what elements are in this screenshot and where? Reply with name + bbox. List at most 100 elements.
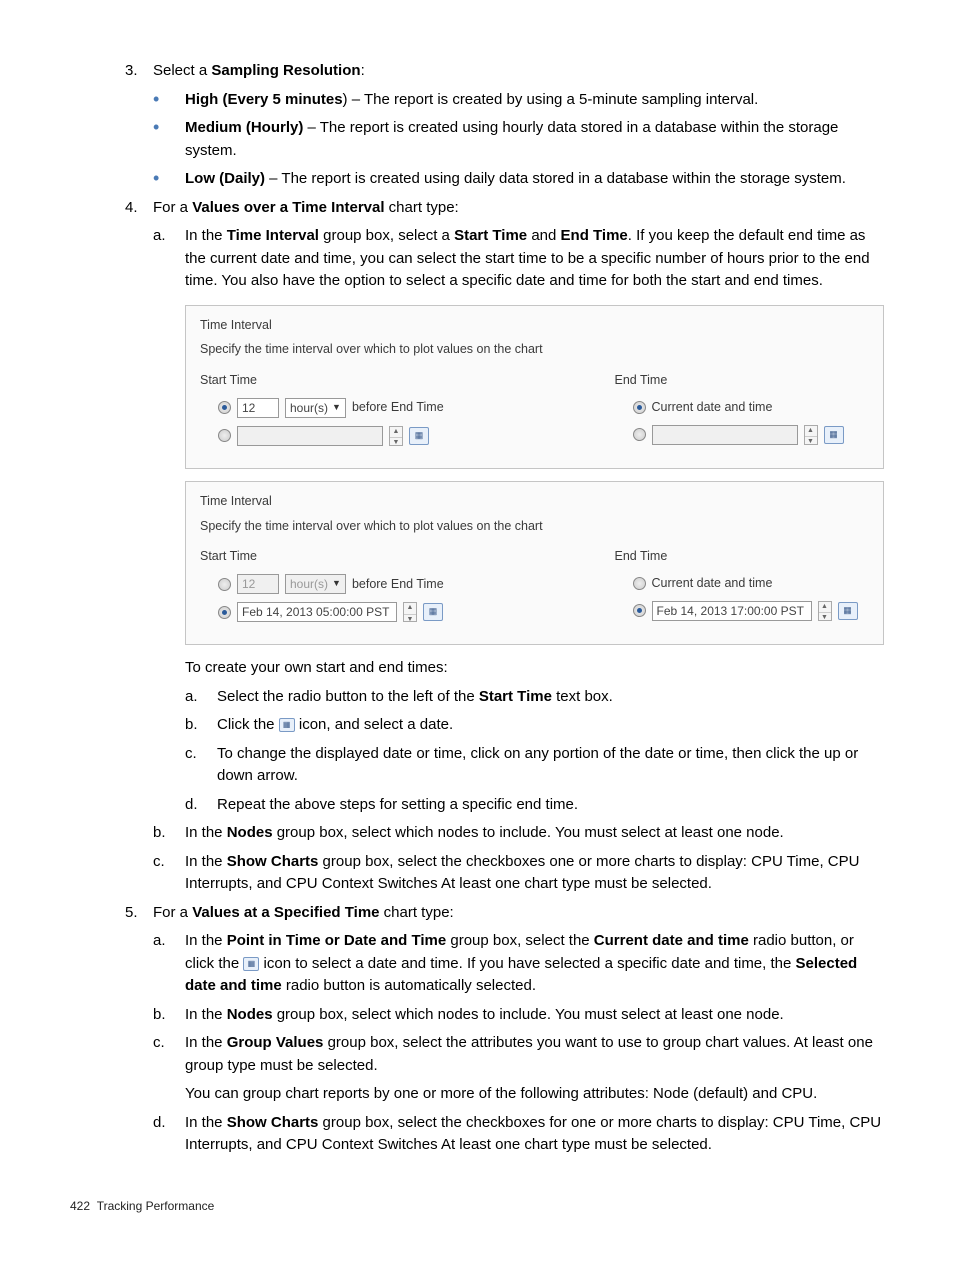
text: group box, select a	[319, 227, 454, 244]
text: Select a	[153, 62, 211, 79]
spinner-down-icon: ▼	[390, 438, 402, 449]
radio-start-absolute[interactable]	[218, 429, 231, 442]
step-text: Select a Sampling Resolution:	[153, 60, 884, 83]
bold-text: Start Time	[454, 227, 527, 244]
bold-text: Values at a Specified Time	[192, 904, 379, 921]
bold-text: Time Interval	[227, 227, 319, 244]
step-text: In the Nodes group box, select which nod…	[185, 1004, 884, 1027]
bold-text: Start Time	[479, 688, 552, 705]
bullet-text: Low (Daily) – The report is created usin…	[185, 168, 884, 191]
bold-text: Show Charts	[227, 1114, 319, 1131]
step-letter: d.	[185, 794, 217, 817]
step-5d: d. In the Show Charts group box, select …	[153, 1112, 884, 1157]
end-current-row: Current date and time	[633, 398, 870, 417]
radio-start-relative[interactable]	[218, 401, 231, 414]
end-absolute-row: ▲▼ ▦	[633, 425, 870, 445]
text: Select the radio button to the left of t…	[217, 688, 479, 705]
bold-text: Nodes	[227, 1006, 273, 1023]
spinner[interactable]: ▲▼	[389, 426, 403, 446]
calendar-icon[interactable]: ▦	[409, 427, 429, 445]
bold-text: Sampling Resolution	[211, 62, 360, 79]
step-5a: a. In the Point in Time or Date and Time…	[153, 930, 884, 998]
current-label: Current date and time	[652, 398, 773, 417]
step-number: 3.	[125, 60, 153, 83]
radio-end-absolute[interactable]	[633, 604, 646, 617]
step-letter: c.	[153, 1032, 185, 1106]
text: radio button is automatically selected.	[282, 977, 536, 994]
bullet-dot: •	[153, 168, 185, 191]
time-interval-panel-2: Time Interval Specify the time interval …	[185, 481, 884, 645]
text: In the	[185, 932, 227, 949]
spinner[interactable]: ▲▼	[818, 601, 832, 621]
step-text: Select the radio button to the left of t…	[217, 686, 884, 709]
radio-start-relative[interactable]	[218, 578, 231, 591]
text: In the	[185, 824, 227, 841]
unit-select[interactable]: hour(s)▼	[285, 574, 346, 594]
start-time-label: Start Time	[200, 371, 455, 390]
page-number: 422	[70, 1199, 90, 1213]
text: In the	[185, 1034, 227, 1051]
start-relative-row: 12 hour(s)▼ before End Time	[218, 574, 455, 594]
calendar-icon: ▦	[279, 718, 295, 732]
text: group box, select which nodes to include…	[273, 824, 784, 841]
spinner-up-icon: ▲	[390, 427, 402, 439]
radio-end-absolute[interactable]	[633, 428, 646, 441]
step-3: 3. Select a Sampling Resolution:	[125, 60, 884, 83]
spinner-up-icon: ▲	[805, 426, 817, 438]
hours-input[interactable]: 12	[237, 398, 279, 418]
calendar-icon[interactable]: ▦	[423, 603, 443, 621]
step-text: For a Values over a Time Interval chart …	[153, 197, 884, 220]
spinner-up-icon: ▲	[819, 602, 831, 614]
calendar-icon[interactable]: ▦	[824, 426, 844, 444]
panel-title: Time Interval	[200, 316, 869, 335]
spinner[interactable]: ▲▼	[804, 425, 818, 445]
date-input-disabled[interactable]	[652, 425, 798, 445]
end-time-col: End Time Current date and time ▲▼ ▦	[615, 371, 870, 454]
page-footer: 422 Tracking Performance	[70, 1197, 884, 1215]
bullet-medium: • Medium (Hourly) – The report is create…	[153, 117, 884, 162]
step-letter: a.	[153, 930, 185, 998]
panel-title: Time Interval	[200, 492, 869, 511]
document-body: 3. Select a Sampling Resolution: • High …	[125, 60, 884, 1157]
hours-input[interactable]: 12	[237, 574, 279, 594]
step-4: 4. For a Values over a Time Interval cha…	[125, 197, 884, 220]
substep-a: a. Select the radio button to the left o…	[185, 686, 884, 709]
text: In the	[185, 227, 227, 244]
date-input[interactable]: Feb 14, 2013 17:00:00 PST	[652, 601, 812, 621]
step-number: 5.	[125, 902, 153, 925]
calendar-icon[interactable]: ▦	[838, 602, 858, 620]
text: text box.	[552, 688, 613, 705]
step-4a: a. In the Time Interval group box, selec…	[153, 225, 884, 293]
step-5b: b. In the Nodes group box, select which …	[153, 1004, 884, 1027]
spinner-down-icon: ▼	[805, 437, 817, 448]
bold-text: Show Charts	[227, 853, 319, 870]
start-time-label: Start Time	[200, 547, 455, 566]
text: In the	[185, 853, 227, 870]
step-text: In the Nodes group box, select which nod…	[185, 822, 884, 845]
spinner[interactable]: ▲▼	[403, 602, 417, 622]
radio-end-current[interactable]	[633, 401, 646, 414]
date-input-disabled[interactable]	[237, 426, 383, 446]
select-value: hour(s)	[290, 399, 328, 417]
step-letter: b.	[153, 1004, 185, 1027]
before-label: before End Time	[352, 398, 444, 417]
text: icon, and select a date.	[295, 716, 453, 733]
step-text: In the Show Charts group box, select the…	[185, 1112, 884, 1157]
step-text: In the Show Charts group box, select the…	[185, 851, 884, 896]
start-time-col: Start Time 12 hour(s) ▼ before End Time ▲…	[200, 371, 455, 454]
step-text: To change the displayed date or time, cl…	[217, 743, 884, 788]
bullet-text: High (Every 5 minutes) – The report is c…	[185, 89, 884, 112]
bold-text: High (Every 5 minutes	[185, 91, 343, 108]
bullet-high: • High (Every 5 minutes) – The report is…	[153, 89, 884, 112]
radio-start-absolute[interactable]	[218, 606, 231, 619]
step-letter: c.	[185, 743, 217, 788]
unit-select[interactable]: hour(s) ▼	[285, 398, 346, 418]
radio-end-current[interactable]	[633, 577, 646, 590]
date-input[interactable]: Feb 14, 2013 05:00:00 PST	[237, 602, 397, 622]
caret-icon: ▼	[332, 401, 341, 415]
step-letter: a.	[153, 225, 185, 293]
bullet-text: Medium (Hourly) – The report is created …	[185, 117, 884, 162]
calendar-icon: ▦	[243, 957, 259, 971]
select-value: hour(s)	[290, 575, 328, 593]
bullet-dot: •	[153, 89, 185, 112]
